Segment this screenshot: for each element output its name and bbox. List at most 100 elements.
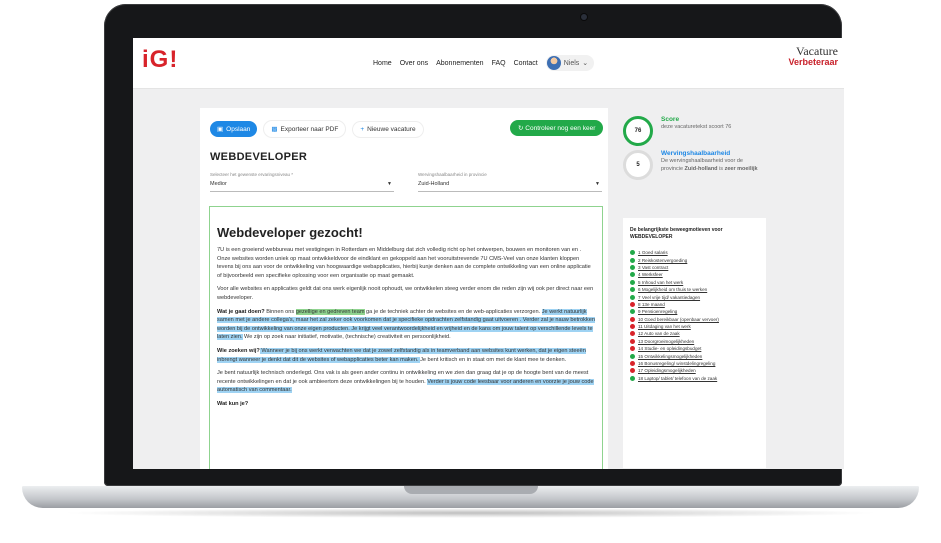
top-navigation: iG! Home Over ons Abonnementen FAQ Conta…	[133, 38, 844, 89]
paragraph-lead: Wat kun je?	[217, 400, 249, 407]
highlight-green: gezellige en gedreven team	[295, 308, 365, 315]
nav-contact[interactable]: Contact	[514, 60, 538, 67]
cross-icon	[630, 331, 635, 337]
motive-item[interactable]: 8 13e maand	[630, 301, 719, 308]
export-pdf-button[interactable]: ▩ Exporteer naar PDF	[263, 120, 347, 138]
motive-item[interactable]: 9 Pensioenregeling	[630, 308, 719, 315]
motive-label: 2 Reiskostenvergoeding	[638, 257, 688, 263]
laptop-base-notch	[404, 486, 538, 494]
check-icon	[630, 257, 635, 263]
laptop-shadow	[60, 508, 881, 518]
text-span: is	[717, 166, 725, 172]
motives-card: De belangrijkste beweegmotieven voor WEB…	[623, 218, 766, 468]
avatar	[546, 56, 561, 70]
user-menu[interactable]: Niels ⌄	[545, 55, 595, 71]
cross-icon	[630, 301, 635, 307]
province-select[interactable]: Zuid-Holland ▼	[418, 181, 602, 192]
motive-item[interactable]: 18 Laptop/ tablet/ telefoon van de zaak	[630, 375, 719, 382]
refresh-icon: ↻	[518, 125, 524, 132]
cross-icon	[630, 361, 635, 367]
motives-title: De belangrijkste beweegmotieven voor WEB…	[630, 227, 723, 240]
check-icon	[630, 375, 635, 381]
motive-item[interactable]: 15 Ontwikkelingsmogelijkheden	[630, 352, 719, 359]
cross-icon	[630, 316, 635, 322]
editor-paragraph: Wat je gaat doen? Binnen ons gezellige e…	[217, 308, 595, 342]
vacancy-text-editor[interactable]: Webdeveloper gezocht! 7U is een groeiend…	[209, 206, 603, 469]
motive-label: 14 Studie- en opleidingsbudget	[638, 346, 702, 352]
motive-label: 3 Vast contract	[638, 264, 669, 270]
motive-label: 11 Uitdaging van het werk	[638, 324, 691, 330]
page-title: WEBDEVELOPER	[210, 151, 308, 163]
score-ring: 76	[623, 116, 653, 146]
motive-item[interactable]: 6 Mogelijkheid om thuis te werken	[630, 286, 719, 293]
score-block: 76 Score deze vacaturetekst scoort 76	[623, 116, 731, 146]
brand-line-2: Verbeteraar	[788, 57, 838, 67]
motive-item[interactable]: 12 Auto van de zaak	[630, 330, 719, 337]
werving-desc: De wervingshaalbaarheid voor de provinci…	[661, 157, 761, 173]
save-button[interactable]: ▣ Opslaan	[210, 121, 258, 137]
motive-item[interactable]: 3 Vast contract	[630, 264, 719, 271]
motive-item[interactable]: 11 Uitdaging van het werk	[630, 323, 719, 330]
nav-home[interactable]: Home	[373, 60, 392, 67]
motive-item[interactable]: 1 Goed salaris	[630, 249, 719, 256]
check-icon	[630, 272, 635, 278]
laptop-frame: iG! Home Over ons Abonnementen FAQ Conta…	[0, 0, 941, 543]
province-label: Wervingshaalbaarheid in provincie	[418, 172, 487, 177]
province-value: Zuid-Holland	[418, 181, 450, 187]
werving-ring: 5	[623, 150, 653, 180]
motive-item[interactable]: 14 Studie- en opleidingsbudget	[630, 345, 719, 352]
motive-item[interactable]: 4 Werksfeer	[630, 271, 719, 278]
score-desc: deze vacaturetekst scoort 76	[661, 124, 732, 130]
caret-down-icon: ▼	[595, 181, 600, 187]
main-nav: Home Over ons Abonnementen FAQ Contact N…	[373, 55, 595, 71]
editor-paragraph: Voor alle websites en applicaties geldt …	[217, 286, 594, 301]
text-span: Binnen ons	[264, 308, 296, 315]
check-icon	[630, 250, 635, 256]
camera-icon	[581, 14, 587, 20]
editor-heading: Webdeveloper gezocht!	[217, 225, 363, 240]
motive-item[interactable]: 7 Veel vrije tijd/ vakantiedagen	[630, 293, 719, 300]
motive-label: 13 Doorgroeimogelijkheden	[638, 338, 695, 344]
nav-faq[interactable]: FAQ	[492, 60, 506, 67]
province-name: Zuid-holland	[684, 166, 718, 172]
level-select[interactable]: Medior ▼	[210, 181, 394, 192]
level-value: Medior	[210, 181, 227, 187]
text-span: ga je de techniek achter de websites en …	[364, 308, 542, 315]
check-again-button[interactable]: ↻ Controleer nog een keer	[510, 120, 604, 136]
motive-item[interactable]: 13 Doorgroeimogelijkheden	[630, 338, 719, 345]
motive-label: 9 Pensioenregeling	[638, 309, 678, 315]
motive-label: 1 Goed salaris	[638, 250, 668, 256]
cross-icon	[630, 324, 635, 330]
motive-label: 8 13e maand	[638, 301, 665, 307]
motive-item[interactable]: 17 Opleidingsmogelijkheden	[630, 367, 719, 374]
nav-abonnementen[interactable]: Abonnementen	[436, 60, 483, 67]
motive-item[interactable]: 2 Reiskostenvergoeding	[630, 256, 719, 263]
motive-item[interactable]: 10 Goed bereikbaar (openbaar vervoer)	[630, 316, 719, 323]
nav-over-ons[interactable]: Over ons	[400, 60, 428, 67]
motive-item[interactable]: 16 Bonusregeling/ winstdelingregeling	[630, 360, 719, 367]
new-label: Nieuwe vacature	[367, 125, 416, 133]
cross-icon	[630, 368, 635, 374]
text-span: We zijn op zoek naar initiatief, motivat…	[242, 334, 451, 341]
motive-label: 16 Bonusregeling/ winstdelingregeling	[638, 361, 716, 367]
editor-panel: ▣ Opslaan ▩ Exporteer naar PDF + Nieuwe …	[200, 108, 608, 469]
check-label: Controleer nog een keer	[525, 125, 596, 132]
check-icon	[630, 309, 635, 315]
motive-label: 15 Ontwikkelingsmogelijkheden	[638, 353, 703, 359]
cross-icon	[630, 338, 635, 344]
new-vacancy-button[interactable]: + Nieuwe vacature	[352, 120, 424, 138]
toolbar: ▣ Opslaan ▩ Exporteer naar PDF + Nieuwe …	[210, 120, 424, 138]
check-icon	[630, 294, 635, 300]
motive-label: 12 Auto van de zaak	[638, 331, 680, 337]
editor-paragraph: Je bent natuurlijk technisch onderlegd. …	[217, 369, 595, 395]
motive-label: 18 Laptop/ tablet/ telefoon van de zaak	[638, 375, 718, 381]
level-label: Selecteer het gewenste ervaringsniveau *	[210, 172, 294, 177]
werving-level: zeer moeilijk	[724, 166, 758, 172]
score-title: Score	[661, 116, 680, 123]
logo[interactable]: iG!	[142, 46, 178, 74]
motive-item[interactable]: 5 Inhoud van het werk	[630, 279, 719, 286]
brand: Vacature Verbeteraar	[788, 45, 838, 68]
chart-icon: ▩	[271, 126, 278, 133]
export-label: Exporteer naar PDF	[280, 125, 339, 133]
motive-label: 4 Werksfeer	[638, 272, 663, 278]
